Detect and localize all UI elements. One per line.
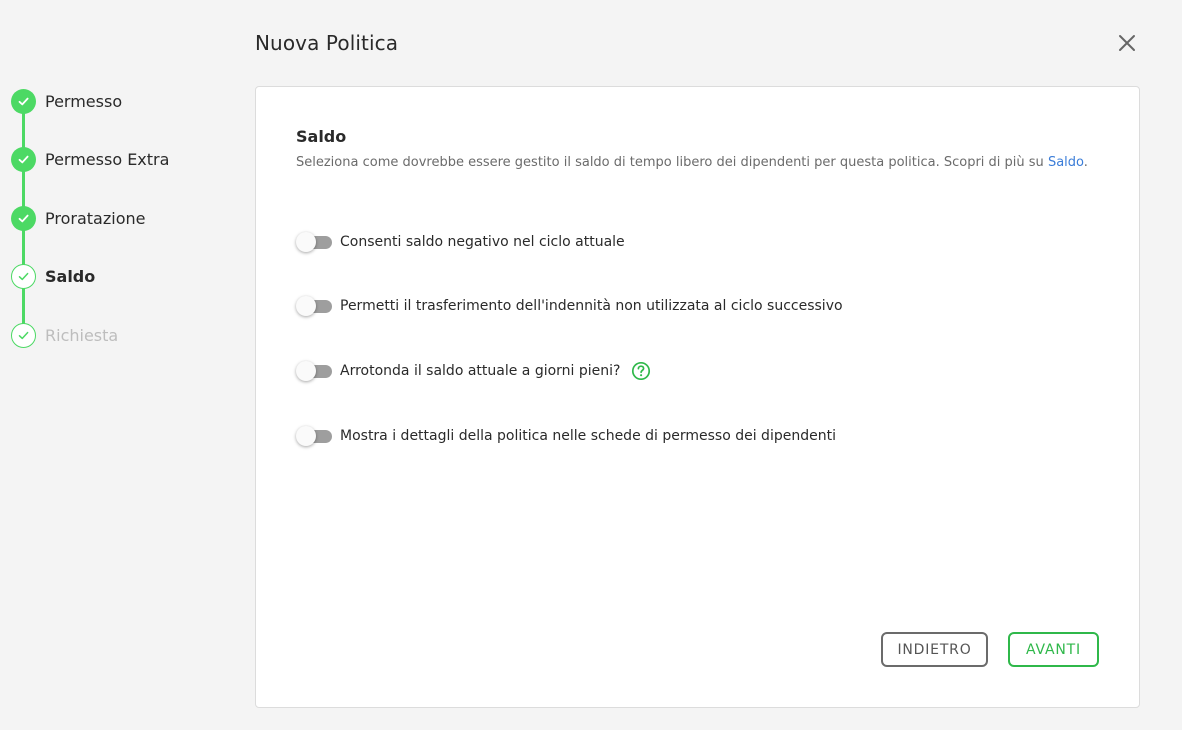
round-balance-toggle[interactable]: [296, 361, 332, 381]
step-permesso-extra[interactable]: Permesso Extra: [11, 146, 169, 172]
step-label: Richiesta: [45, 325, 119, 345]
section-title: Saldo: [296, 127, 347, 146]
option-carryover: Permetti il trasferimento dell'indennità…: [296, 295, 843, 317]
toggle-thumb: [296, 426, 316, 446]
negative-balance-toggle[interactable]: [296, 232, 332, 252]
option-label: Consenti saldo negativo nel ciclo attual…: [340, 234, 625, 250]
show-policy-details-toggle[interactable]: [296, 426, 332, 446]
section-description-text: Seleziona come dovrebbe essere gestito i…: [296, 155, 1044, 170]
option-round-balance: Arrotonda il saldo attuale a giorni pien…: [296, 360, 651, 382]
help-circle-icon[interactable]: [631, 361, 651, 381]
step-label: Permesso: [45, 91, 123, 111]
saldo-help-link[interactable]: Saldo: [1048, 155, 1084, 170]
section-description: Seleziona come dovrebbe essere gestito i…: [296, 154, 1096, 171]
option-label: Mostra i dettagli della politica nelle s…: [340, 428, 836, 444]
step-permesso[interactable]: Permesso: [11, 88, 122, 114]
step-label: Permesso Extra: [45, 149, 170, 169]
toggle-thumb: [296, 296, 316, 316]
toggle-thumb: [296, 361, 316, 381]
close-icon: [1119, 35, 1135, 51]
step-check-outline-icon: [11, 263, 36, 289]
next-button[interactable]: AVANTI: [1008, 632, 1099, 667]
step-check-outline-icon: [11, 322, 36, 348]
step-check-icon: [11, 88, 36, 114]
step-richiesta[interactable]: Richiesta: [11, 322, 118, 348]
link-suffix: .: [1083, 155, 1088, 170]
option-negative-balance: Consenti saldo negativo nel ciclo attual…: [296, 231, 625, 253]
carryover-toggle[interactable]: [296, 296, 332, 316]
policy-form-card: Saldo Seleziona come dovrebbe essere ges…: [255, 86, 1140, 708]
option-label: Arrotonda il saldo attuale a giorni pien…: [340, 363, 621, 379]
close-button[interactable]: [1116, 32, 1138, 54]
option-show-policy-details: Mostra i dettagli della politica nelle s…: [296, 425, 836, 447]
step-label: Saldo: [45, 266, 96, 286]
step-saldo[interactable]: Saldo: [11, 263, 95, 289]
step-check-icon: [11, 205, 36, 231]
step-proratazione[interactable]: Proratazione: [11, 205, 145, 231]
back-button[interactable]: INDIETRO: [881, 632, 988, 667]
page-title: Nuova Politica: [255, 31, 399, 55]
toggle-thumb: [296, 232, 316, 252]
option-label: Permetti il trasferimento dell'indennità…: [340, 298, 843, 314]
stepper: Permesso Permesso Extra Proratazione Sal…: [0, 0, 240, 730]
step-check-icon: [11, 146, 36, 172]
step-label: Proratazione: [45, 208, 146, 228]
